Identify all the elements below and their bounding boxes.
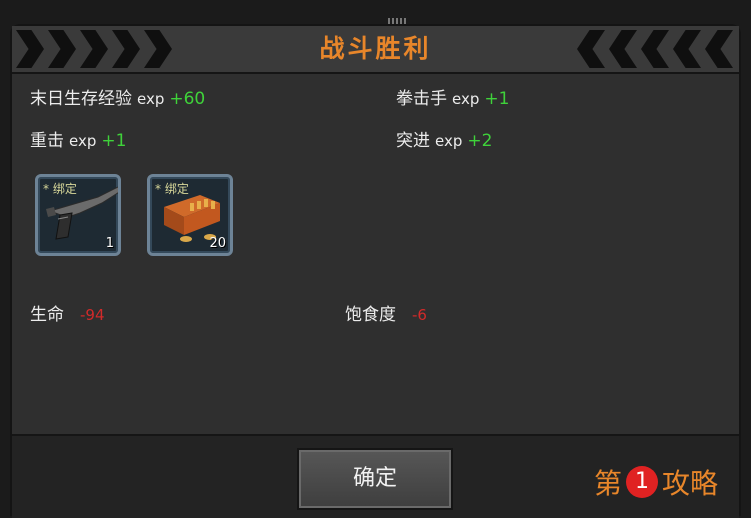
exp-unit: exp [137, 90, 165, 108]
exp-name: 突进 [396, 131, 430, 151]
reward-item-ammo[interactable]: * 绑定 20 [147, 174, 233, 256]
dialog-header: 战斗胜利 [12, 26, 739, 74]
exp-value: +60 [169, 89, 206, 109]
stat-label: 饱食度 [345, 305, 396, 325]
stat-value: -94 [80, 306, 105, 324]
exp-value: +1 [101, 131, 127, 151]
bound-tag: * 绑定 [43, 182, 77, 196]
stat-health: 生命 -94 [30, 300, 105, 325]
exp-row-boxer: 拳击手 exp +1 [396, 84, 509, 109]
item-count: 1 [105, 236, 114, 251]
exp-value: +2 [467, 131, 493, 151]
exp-unit: exp [435, 132, 463, 150]
exp-name: 末日生存经验 [30, 89, 132, 109]
exp-unit: exp [452, 90, 480, 108]
exp-name: 拳击手 [396, 89, 447, 109]
stat-label: 生命 [30, 305, 64, 325]
exp-row-heavy-strike: 重击 exp +1 [30, 126, 126, 151]
bound-tag: * 绑定 [155, 182, 189, 196]
exp-unit: exp [69, 132, 97, 150]
exp-name: 重击 [30, 131, 64, 151]
dialog-title: 战斗胜利 [319, 34, 432, 63]
exp-row-dash: 突进 exp +2 [396, 126, 492, 151]
reward-item-pistol[interactable]: * 绑定 1 [35, 174, 121, 256]
item-count: 20 [209, 236, 226, 251]
watermark-logo: 第 1 攻略 [594, 466, 719, 500]
stat-value: -6 [412, 306, 427, 324]
confirm-button[interactable]: 确定 [297, 448, 453, 510]
exp-value: +1 [484, 89, 510, 109]
stat-satiety: 饱食度 -6 [345, 300, 427, 325]
exp-row-survival: 末日生存经验 exp +60 [30, 84, 205, 109]
